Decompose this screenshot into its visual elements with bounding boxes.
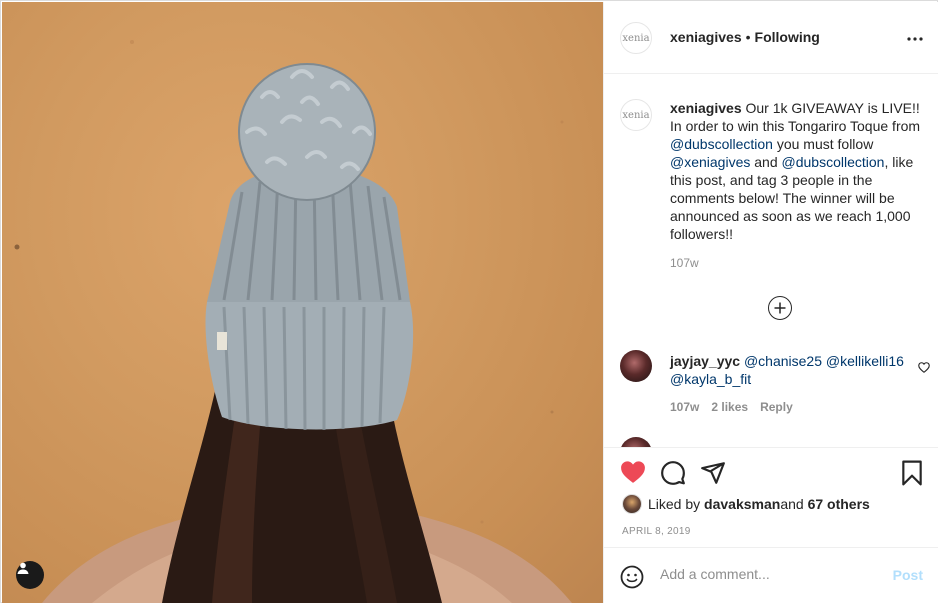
liked-by-user[interactable]: davaksman — [704, 496, 780, 512]
comment-likes[interactable]: 2 likes — [711, 400, 748, 414]
add-comment-bar: Post — [604, 547, 938, 603]
liked-by-prefix: Liked by — [648, 496, 701, 512]
comments-section[interactable]: xenia xeniagives Our 1k GIVEAWAY is LIVE… — [604, 75, 938, 447]
mention-link[interactable]: @dubscollection — [782, 154, 885, 170]
caption-username[interactable]: xeniagives — [670, 100, 742, 116]
caption-avatar[interactable]: xenia — [620, 99, 652, 131]
add-comment-input[interactable] — [660, 566, 880, 582]
like-comment-heart-icon[interactable] — [918, 360, 930, 378]
mention-link[interactable]: @kayla_b_fit — [670, 371, 751, 387]
comment-meta: 107w 2 likes Reply — [670, 400, 805, 414]
post-photo[interactable] — [2, 2, 603, 603]
liked-others-count[interactable]: 67 others — [808, 496, 870, 512]
post-header: xenia xeniagives • Following — [604, 2, 938, 74]
share-paper-plane-icon[interactable] — [700, 460, 726, 491]
bookmark-icon[interactable] — [901, 460, 923, 491]
separator-dot: • — [745, 29, 751, 45]
caption-text: xeniagives Our 1k GIVEAWAY is LIVE!! In … — [670, 99, 932, 243]
action-bar: Liked by davaksman and 67 others APRIL 8… — [604, 447, 938, 547]
mention-link[interactable]: @kellikelli16 — [826, 353, 904, 369]
author-username[interactable]: xeniagives — [670, 29, 742, 45]
liker-avatar[interactable] — [622, 494, 642, 514]
caption-text-part: and — [750, 154, 782, 170]
post-modal: xenia xeniagives • Following xenia xeniagi… — [0, 0, 938, 603]
comment-time[interactable]: 107w — [670, 400, 699, 414]
post-sidebar: xenia xeniagives • Following xenia xeniagi… — [603, 2, 938, 603]
commenter-avatar[interactable] — [620, 437, 652, 447]
load-more-comments-icon[interactable] — [768, 296, 792, 320]
caption-text-part: you must follow — [772, 136, 874, 152]
following-button[interactable]: Following — [755, 29, 820, 45]
liked-by-mid: and — [780, 496, 804, 512]
ellipsis-icon[interactable] — [907, 30, 923, 44]
liked-by-summary: Liked by davaksman and 67 others — [622, 494, 870, 514]
comment-text: jayjay_yyc @chanise25 @kellikelli16 @kay… — [670, 352, 910, 388]
reply-button[interactable]: Reply — [760, 400, 793, 414]
header-text: xeniagives • Following — [670, 29, 820, 45]
author-avatar[interactable]: xenia — [620, 22, 652, 54]
post-date[interactable]: APRIL 8, 2019 — [622, 526, 691, 537]
mention-link[interactable]: @xeniagives — [670, 154, 750, 170]
mention-link[interactable]: @chanise25 — [744, 353, 822, 369]
caption-time[interactable]: 107w — [670, 256, 699, 270]
mention-link[interactable]: @dubscollection — [670, 136, 773, 152]
commenter-avatar[interactable] — [620, 350, 652, 382]
commenter-username[interactable]: jayjay_yyc — [670, 353, 740, 369]
photo-illustration — [14, 40, 572, 603]
user-tag-icon[interactable] — [16, 561, 44, 589]
heart-filled-icon[interactable] — [620, 460, 646, 489]
comment-bubble-icon[interactable] — [660, 460, 686, 491]
emoji-smiley-icon[interactable] — [620, 565, 644, 594]
post-comment-button[interactable]: Post — [893, 567, 923, 583]
